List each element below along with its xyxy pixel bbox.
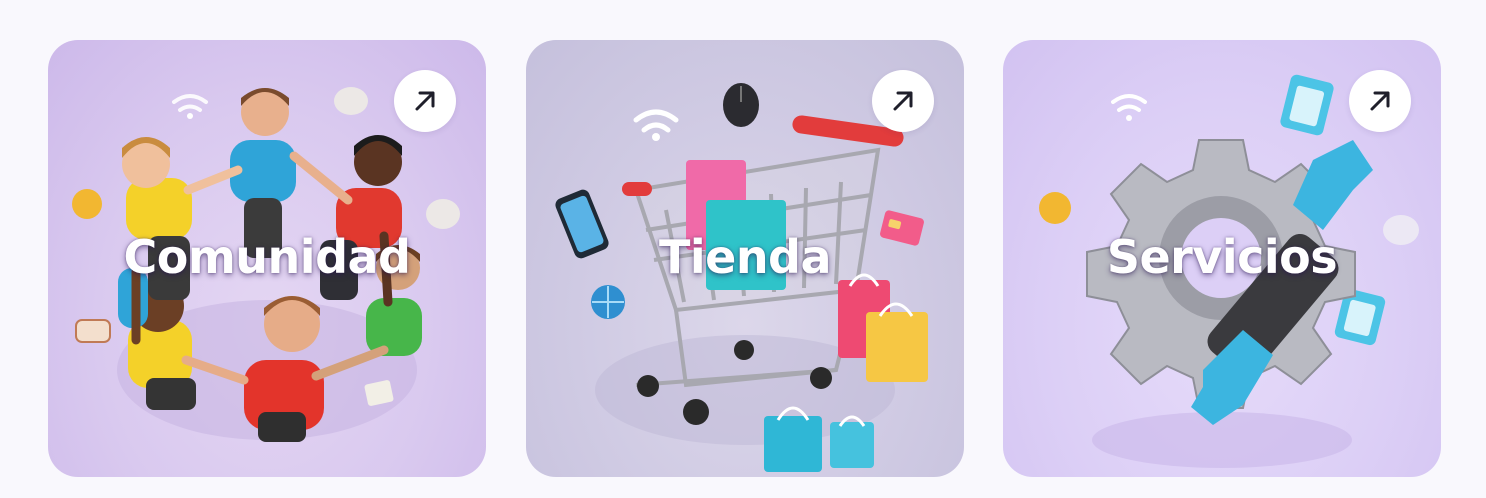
- open-card-button[interactable]: [872, 70, 934, 132]
- arrow-up-right-icon: [1370, 91, 1390, 111]
- category-cards-row: Comunidad Tienda Servicios: [48, 40, 1441, 477]
- open-card-button[interactable]: [1349, 70, 1411, 132]
- open-card-button[interactable]: [394, 70, 456, 132]
- card-tienda[interactable]: Tienda: [526, 40, 964, 477]
- arrow-up-right-icon: [415, 91, 435, 111]
- card-servicios[interactable]: Servicios: [1003, 40, 1441, 477]
- card-title: Tienda: [658, 230, 832, 284]
- arrow-up-right-icon: [893, 91, 913, 111]
- card-comunidad[interactable]: Comunidad: [48, 40, 486, 477]
- card-title: Servicios: [1106, 230, 1338, 284]
- card-title: Comunidad: [123, 230, 411, 284]
